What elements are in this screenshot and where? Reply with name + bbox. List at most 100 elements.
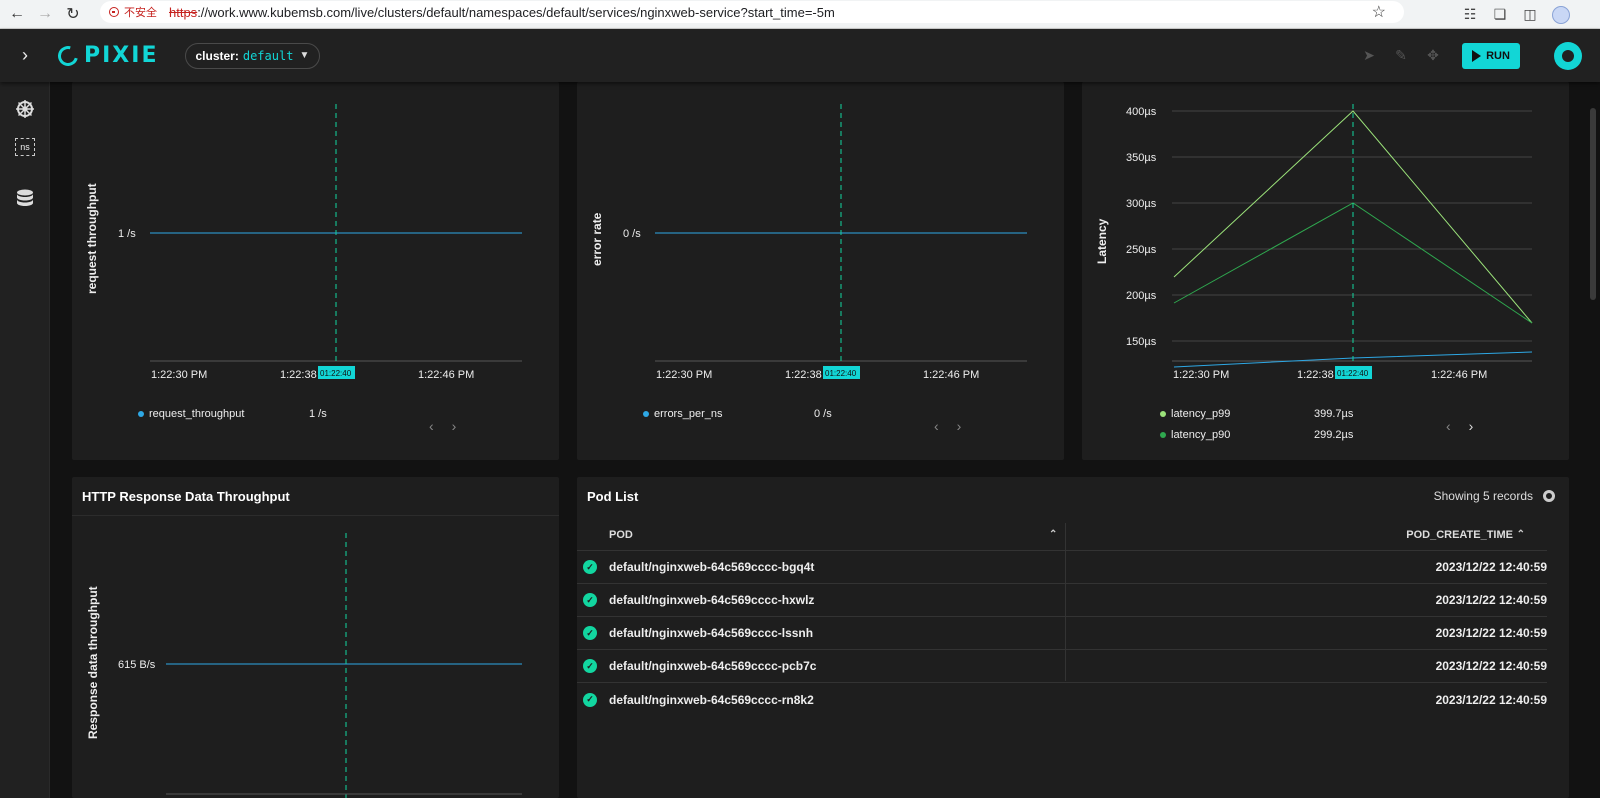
table-row[interactable]: ✓ default/nginxweb-64c569cccc-pcb7c 2023… xyxy=(577,650,1547,683)
legend-name: request_throughput xyxy=(149,408,245,420)
expand-sidebar-icon[interactable]: › xyxy=(0,45,50,66)
database-icon[interactable] xyxy=(14,188,36,210)
chevron-left-icon[interactable]: ‹ xyxy=(934,418,939,434)
table-row[interactable]: ✓ default/nginxweb-64c569cccc-hxwlz 2023… xyxy=(577,584,1547,617)
address-bar[interactable]: 不安全 https://work.www.kubemsb.com/live/cl… xyxy=(100,1,1404,23)
table-row[interactable]: ✓ default/nginxweb-64c569cccc-bgq4t 2023… xyxy=(577,551,1547,584)
legend-value: 299.2µs xyxy=(1314,429,1354,441)
y-tick-label: 150µs xyxy=(1126,336,1157,348)
cursor-time-label: 01:22:40 xyxy=(1337,369,1369,378)
latency-chart: Latency 400µs 350µs 300µs 250µs 200µs 15… xyxy=(1095,104,1533,381)
latency-panel: Latency 400µs 350µs 300µs 250µs 200µs 15… xyxy=(1082,82,1569,460)
pod-table: POD ⌃ POD_CREATE_TIME ⌃ ✓ default/nginxw… xyxy=(577,519,1547,716)
pod-list-panel: Pod List Showing 5 records POD ⌃ POD_CRE… xyxy=(577,477,1569,798)
x-tick-label: 1:22:30 PM xyxy=(656,369,712,381)
namespace-nav[interactable]: ns xyxy=(14,136,36,158)
extensions-puzzle-icon[interactable]: ❏ xyxy=(1492,6,1508,23)
table-header: POD ⌃ POD_CREATE_TIME ⌃ xyxy=(577,519,1547,681)
pod-create-time: 2023/12/22 12:40:59 xyxy=(1435,626,1547,640)
sort-asc-icon[interactable]: ⌃ xyxy=(1049,529,1057,540)
edit-icon[interactable]: ✎ xyxy=(1390,45,1412,67)
panel-title: Pod List xyxy=(587,489,639,504)
cluster-selector[interactable]: cluster: default ▼ xyxy=(184,42,321,69)
column-header-pod[interactable]: POD xyxy=(609,529,633,541)
pixie-logo[interactable]: PIXIE xyxy=(54,41,159,70)
app-header: › PIXIE cluster: default ▼ ➤ ✎ ✥ RUN xyxy=(0,29,1600,82)
pod-name[interactable]: default/nginxweb-64c569cccc-lssnh xyxy=(609,626,813,640)
chevron-right-icon[interactable]: › xyxy=(1469,418,1474,434)
chevron-left-icon[interactable]: ‹ xyxy=(429,418,434,434)
send-icon[interactable]: ➤ xyxy=(1358,45,1380,67)
cursor-time-label: 01:22:40 xyxy=(825,369,857,378)
pixie-logo-mark xyxy=(54,41,82,70)
gear-icon[interactable] xyxy=(1543,490,1555,502)
record-count: Showing 5 records xyxy=(1433,489,1533,503)
response-throughput-panel: HTTP Response Data Throughput Response d… xyxy=(72,477,559,798)
logo-text: PIXIE xyxy=(84,43,159,68)
pod-create-time: 2023/12/22 12:40:59 xyxy=(1435,692,1547,707)
run-button[interactable]: RUN xyxy=(1462,42,1520,69)
check-circle-icon: ✓ xyxy=(583,692,597,707)
extension-badge-icon[interactable]: ☷ xyxy=(1462,6,1478,23)
y-axis-label: Response data throughput xyxy=(86,586,100,739)
y-axis-label: request throughput xyxy=(85,183,99,294)
x-tick-label: 1:22:30 PM xyxy=(1173,369,1229,381)
table-row[interactable]: ✓ default/nginxweb-64c569cccc-rn8k2 2023… xyxy=(577,683,1547,716)
pod-name[interactable]: default/nginxweb-64c569cccc-pcb7c xyxy=(609,659,816,673)
chevron-right-icon[interactable]: › xyxy=(957,418,962,434)
url-scheme: https xyxy=(169,4,198,20)
legend-item[interactable]: request_throughput 1 /s xyxy=(138,408,327,420)
chevron-right-icon[interactable]: › xyxy=(452,418,457,434)
namespace-icon: ns xyxy=(15,138,35,156)
bookmark-star-icon[interactable]: ☆ xyxy=(1372,2,1386,22)
browser-toolbar: ← → ↻ 不安全 https://work.www.kubemsb.com/l… xyxy=(0,0,1600,29)
page-scrollbar[interactable] xyxy=(1590,108,1596,300)
legend-name: errors_per_ns xyxy=(654,408,723,420)
chevron-left-icon[interactable]: ‹ xyxy=(1446,418,1451,434)
table-row[interactable]: ✓ default/nginxweb-64c569cccc-lssnh 2023… xyxy=(577,617,1547,650)
pod-name[interactable]: default/nginxweb-64c569cccc-bgq4t xyxy=(609,560,814,574)
legend-name: latency_p99 xyxy=(1171,408,1231,420)
y-tick-label: 300µs xyxy=(1126,198,1157,210)
pod-name[interactable]: default/nginxweb-64c569cccc-hxwlz xyxy=(609,593,814,607)
pod-create-time: 2023/12/22 12:40:59 xyxy=(1435,593,1547,607)
legend-item[interactable]: errors_per_ns 0 /s xyxy=(643,408,832,420)
error-rate-panel: error rate 0 /s 1:22:30 PM 1:22:38 1:22:… xyxy=(577,82,1064,460)
y-tick-label: 400µs xyxy=(1126,106,1157,118)
back-icon[interactable]: ← xyxy=(6,3,28,25)
kubernetes-helm-icon[interactable] xyxy=(14,98,36,120)
request-throughput-chart: request throughput 1 /s 1:22:30 PM 1:22:… xyxy=(85,104,522,381)
y-tick-label: 0 /s xyxy=(623,228,641,240)
legend-dot xyxy=(643,411,649,417)
play-icon xyxy=(1472,49,1482,62)
check-circle-icon: ✓ xyxy=(583,560,597,574)
url-path: ://work.www.kubemsb.com/live/clusters/de… xyxy=(197,4,835,20)
cursor-time-label: 01:22:40 xyxy=(320,369,352,378)
y-tick-label: 250µs xyxy=(1126,244,1157,256)
pod-name[interactable]: default/nginxweb-64c569cccc-rn8k2 xyxy=(609,693,814,707)
response-throughput-chart: Response data throughput 615 B/s xyxy=(86,533,522,798)
side-panel-icon[interactable]: ◫ xyxy=(1522,6,1538,23)
legend-value: 399.7µs xyxy=(1314,408,1354,420)
user-avatar[interactable] xyxy=(1554,41,1582,70)
legend-item[interactable]: latency_p99 399.7µs xyxy=(1160,408,1353,420)
legend-dot xyxy=(1160,411,1166,417)
column-header-pod-create-time[interactable]: POD_CREATE_TIME xyxy=(1406,529,1513,541)
profile-icon[interactable] xyxy=(1552,5,1570,24)
x-tick-label: 1:22:38 xyxy=(1297,369,1334,381)
error-rate-chart: error rate 0 /s 1:22:30 PM 1:22:38 1:22:… xyxy=(590,104,1027,381)
check-circle-icon: ✓ xyxy=(583,659,597,673)
cluster-label: cluster: xyxy=(195,48,239,63)
legend-item[interactable]: latency_p90 299.2µs xyxy=(1160,429,1353,441)
pod-create-time: 2023/12/22 12:40:59 xyxy=(1435,659,1547,673)
sidebar: ns xyxy=(0,82,50,798)
forward-icon[interactable]: → xyxy=(34,3,56,25)
y-axis-label: Latency xyxy=(1095,218,1109,264)
url-text[interactable]: https://work.www.kubemsb.com/live/cluste… xyxy=(169,5,835,20)
legend-value: 1 /s xyxy=(309,408,327,420)
reload-icon[interactable]: ↻ xyxy=(62,3,84,25)
sort-asc-icon[interactable]: ⌃ xyxy=(1517,529,1525,540)
move-icon[interactable]: ✥ xyxy=(1422,45,1444,67)
y-tick-label: 1 /s xyxy=(118,228,136,240)
insecure-indicator[interactable]: 不安全 xyxy=(109,4,157,20)
